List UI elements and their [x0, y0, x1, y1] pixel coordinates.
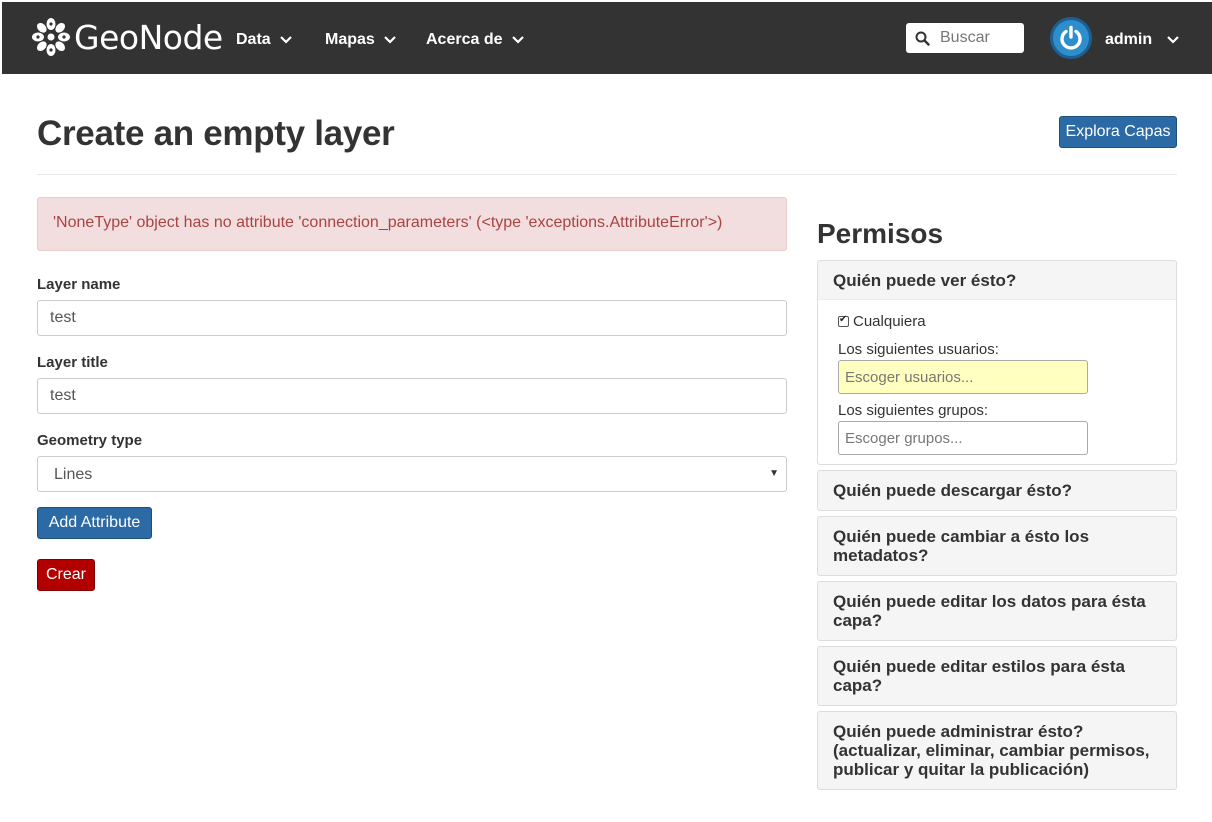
groups-label: Los siguientes grupos: — [838, 402, 989, 419]
nav-menu-data[interactable]: Data — [236, 26, 293, 54]
nav-menu-mapas[interactable]: Mapas — [325, 26, 397, 54]
user-menu[interactable]: admin — [1105, 26, 1180, 54]
nav-menu-label: Mapas — [325, 31, 375, 48]
error-alert: 'NoneType' object has no attribute 'conn… — [37, 197, 787, 251]
users-label: Los siguientes usuarios: — [838, 341, 999, 358]
permission-panel-download[interactable]: Quién puede descargar ésto? — [817, 470, 1177, 511]
nav-menu-label: Acerca de — [426, 31, 503, 48]
anyone-label: Cualquiera — [853, 313, 926, 330]
geometry-type-value: Lines — [54, 466, 93, 483]
geonode-flower-icon — [32, 18, 70, 56]
user-name: admin — [1105, 31, 1153, 48]
geometry-type-select[interactable]: Lines ▼ — [37, 456, 787, 492]
brand-name: GeoNode — [74, 17, 223, 57]
permission-panel-heading: Quién puede cambiar a ésto los metadatos… — [833, 527, 1090, 565]
layer-title-label: Layer title — [37, 354, 108, 371]
permission-panel-heading: Quién puede administrar ésto? (actualiza… — [833, 722, 1150, 779]
anyone-checkbox-row[interactable]: Cualquiera — [838, 313, 926, 330]
caret-down-icon: ▼ — [769, 468, 779, 479]
explore-layers-button[interactable]: Explora Capas — [1059, 116, 1177, 148]
search-icon — [915, 31, 930, 46]
permission-panel-edit-data[interactable]: Quién puede editar los datos para ésta c… — [817, 581, 1177, 641]
error-message: 'NoneType' object has no attribute 'conn… — [53, 214, 723, 231]
permission-panel-manage[interactable]: Quién puede administrar ésto? (actualiza… — [817, 711, 1177, 790]
page-title: Create an empty layer — [37, 114, 395, 153]
users-input[interactable] — [838, 360, 1088, 394]
permissions-title: Permisos — [817, 218, 944, 249]
avatar[interactable] — [1050, 17, 1092, 59]
permission-panel-heading: Quién puede editar los datos para ésta c… — [833, 592, 1146, 630]
header-divider — [37, 174, 1177, 175]
permission-panel-metadata[interactable]: Quién puede cambiar a ésto los metadatos… — [817, 516, 1177, 576]
nav-menu-acerca-de[interactable]: Acerca de — [426, 26, 525, 54]
permission-panel-heading[interactable]: Quién puede ver ésto? — [818, 261, 1176, 290]
layer-name-label: Layer name — [37, 276, 121, 293]
chevron-down-icon — [511, 36, 524, 44]
permission-panel-view: Quién puede ver ésto? Cualquiera Los sig… — [817, 260, 1177, 465]
geometry-type-label: Geometry type — [37, 432, 143, 449]
layer-name-input[interactable] — [37, 300, 787, 336]
permission-panel-body: Cualquiera Los siguientes usuarios: Los … — [818, 299, 1176, 464]
nav-menu-label: Data — [236, 31, 271, 48]
chevron-down-icon — [279, 36, 292, 44]
anyone-checkbox[interactable] — [838, 314, 849, 327]
search-input[interactable] — [940, 29, 1016, 47]
chevron-down-icon — [384, 36, 396, 44]
power-icon — [1060, 25, 1082, 50]
top-navbar: GeoNode Data Mapas Acerca de admin — [2, 2, 1212, 74]
groups-input[interactable] — [838, 421, 1088, 455]
brand-logo[interactable]: GeoNode — [30, 14, 223, 60]
permission-panel-heading: Quién puede descargar ésto? — [833, 481, 1073, 500]
search-box[interactable] — [906, 23, 1024, 53]
permission-panel-heading: Quién puede editar estilos para ésta cap… — [833, 657, 1125, 695]
chevron-down-icon — [1167, 36, 1179, 44]
create-button[interactable]: Crear — [37, 559, 95, 591]
add-attribute-button[interactable]: Add Attribute — [37, 507, 152, 539]
permission-panel-edit-styles[interactable]: Quién puede editar estilos para ésta cap… — [817, 646, 1177, 706]
layer-title-input[interactable] — [37, 378, 787, 414]
